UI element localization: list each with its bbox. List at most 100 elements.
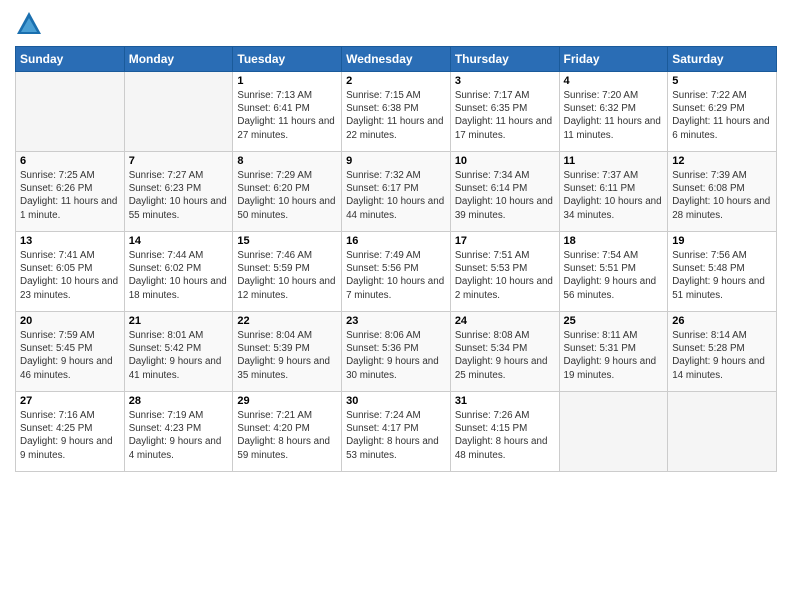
logo: [15, 10, 47, 38]
day-number: 18: [564, 235, 664, 247]
day-cell: 30 Sunrise: 7:24 AM Sunset: 4:17 PM Dayli…: [342, 392, 451, 472]
week-row-2: 6 Sunrise: 7:25 AM Sunset: 6:26 PM Daylig…: [16, 152, 777, 232]
day-number: 27: [20, 395, 120, 407]
day-cell: 3 Sunrise: 7:17 AM Sunset: 6:35 PM Daylig…: [450, 72, 559, 152]
header-cell-tuesday: Tuesday: [233, 47, 342, 72]
day-info: Sunrise: 7:46 AM Sunset: 5:59 PM Dayligh…: [237, 249, 337, 302]
day-number: 16: [346, 235, 446, 247]
day-info: Sunrise: 7:27 AM Sunset: 6:23 PM Dayligh…: [129, 169, 229, 222]
day-info: Sunrise: 7:59 AM Sunset: 5:45 PM Dayligh…: [20, 329, 120, 382]
header-cell-friday: Friday: [559, 47, 668, 72]
day-cell: 4 Sunrise: 7:20 AM Sunset: 6:32 PM Daylig…: [559, 72, 668, 152]
day-info: Sunrise: 8:04 AM Sunset: 5:39 PM Dayligh…: [237, 329, 337, 382]
header-cell-thursday: Thursday: [450, 47, 559, 72]
day-cell: 11Sunrise: 7:37 AM Sunset: 6:11 PM Dayli…: [559, 152, 668, 232]
day-info: Sunrise: 7:29 AM Sunset: 6:20 PM Dayligh…: [237, 169, 337, 222]
week-row-3: 13 Sunrise: 7:41 AM Sunset: 6:05 PM Dayli…: [16, 232, 777, 312]
day-cell: 26 Sunrise: 8:14 AM Sunset: 5:28 PM Dayli…: [668, 312, 777, 392]
day-info: Sunrise: 8:01 AM Sunset: 5:42 PM Dayligh…: [129, 329, 229, 382]
day-number: 17: [455, 235, 555, 247]
day-info: Sunrise: 7:39 AM Sunset: 6:08 PM Dayligh…: [672, 169, 772, 222]
day-number: 6: [20, 155, 120, 167]
day-cell: 25 Sunrise: 8:11 AM Sunset: 5:31 PM Dayli…: [559, 312, 668, 392]
day-cell: 29 Sunrise: 7:21 AM Sunset: 4:20 PM Dayli…: [233, 392, 342, 472]
day-number: 12: [672, 155, 772, 167]
day-number: 29: [237, 395, 337, 407]
day-info: Sunrise: 8:11 AM Sunset: 5:31 PM Dayligh…: [564, 329, 664, 382]
day-cell: 22 Sunrise: 8:04 AM Sunset: 5:39 PM Dayli…: [233, 312, 342, 392]
day-cell: 27Sunrise: 7:16 AM Sunset: 4:25 PM Dayli…: [16, 392, 125, 472]
day-info: Sunrise: 7:26 AM Sunset: 4:15 PM Dayligh…: [455, 409, 555, 462]
day-cell: 19Sunrise: 7:56 AM Sunset: 5:48 PM Dayli…: [668, 232, 777, 312]
day-info: Sunrise: 7:34 AM Sunset: 6:14 PM Dayligh…: [455, 169, 555, 222]
day-number: 2: [346, 75, 446, 87]
day-number: 5: [672, 75, 772, 87]
day-number: 11: [564, 155, 664, 167]
day-cell: 20 Sunrise: 7:59 AM Sunset: 5:45 PM Dayli…: [16, 312, 125, 392]
week-row-1: 1Sunrise: 7:13 AM Sunset: 6:41 PM Daylig…: [16, 72, 777, 152]
day-info: Sunrise: 7:44 AM Sunset: 6:02 PM Dayligh…: [129, 249, 229, 302]
day-cell: 7Sunrise: 7:27 AM Sunset: 6:23 PM Daylig…: [124, 152, 233, 232]
day-cell: 17 Sunrise: 7:51 AM Sunset: 5:53 PM Dayli…: [450, 232, 559, 312]
day-cell: [124, 72, 233, 152]
day-cell: 12 Sunrise: 7:39 AM Sunset: 6:08 PM Dayli…: [668, 152, 777, 232]
week-row-4: 20 Sunrise: 7:59 AM Sunset: 5:45 PM Dayli…: [16, 312, 777, 392]
day-number: 26: [672, 315, 772, 327]
day-number: 9: [346, 155, 446, 167]
day-cell: 15 Sunrise: 7:46 AM Sunset: 5:59 PM Dayli…: [233, 232, 342, 312]
day-number: 8: [237, 155, 337, 167]
logo-icon: [15, 10, 43, 38]
day-info: Sunrise: 7:13 AM Sunset: 6:41 PM Dayligh…: [237, 89, 337, 142]
header-cell-saturday: Saturday: [668, 47, 777, 72]
day-number: 24: [455, 315, 555, 327]
day-number: 22: [237, 315, 337, 327]
day-cell: 1Sunrise: 7:13 AM Sunset: 6:41 PM Daylig…: [233, 72, 342, 152]
day-number: 25: [564, 315, 664, 327]
day-info: Sunrise: 7:24 AM Sunset: 4:17 PM Dayligh…: [346, 409, 446, 462]
day-number: 15: [237, 235, 337, 247]
day-number: 4: [564, 75, 664, 87]
day-info: Sunrise: 7:25 AM Sunset: 6:26 PM Dayligh…: [20, 169, 120, 222]
day-info: Sunrise: 7:32 AM Sunset: 6:17 PM Dayligh…: [346, 169, 446, 222]
page-container: SundayMondayTuesdayWednesdayThursdayFrid…: [0, 0, 792, 482]
day-number: 23: [346, 315, 446, 327]
day-info: Sunrise: 7:54 AM Sunset: 5:51 PM Dayligh…: [564, 249, 664, 302]
day-info: Sunrise: 7:17 AM Sunset: 6:35 PM Dayligh…: [455, 89, 555, 142]
day-cell: 6 Sunrise: 7:25 AM Sunset: 6:26 PM Daylig…: [16, 152, 125, 232]
calendar-table: SundayMondayTuesdayWednesdayThursdayFrid…: [15, 46, 777, 472]
day-cell: 13 Sunrise: 7:41 AM Sunset: 6:05 PM Dayli…: [16, 232, 125, 312]
day-cell: 24 Sunrise: 8:08 AM Sunset: 5:34 PM Dayli…: [450, 312, 559, 392]
day-number: 10: [455, 155, 555, 167]
day-info: Sunrise: 7:19 AM Sunset: 4:23 PM Dayligh…: [129, 409, 229, 462]
day-cell: 21 Sunrise: 8:01 AM Sunset: 5:42 PM Dayli…: [124, 312, 233, 392]
day-info: Sunrise: 7:51 AM Sunset: 5:53 PM Dayligh…: [455, 249, 555, 302]
day-number: 21: [129, 315, 229, 327]
header-cell-monday: Monday: [124, 47, 233, 72]
day-cell: 23 Sunrise: 8:06 AM Sunset: 5:36 PM Dayli…: [342, 312, 451, 392]
day-info: Sunrise: 7:49 AM Sunset: 5:56 PM Dayligh…: [346, 249, 446, 302]
day-info: Sunrise: 7:21 AM Sunset: 4:20 PM Dayligh…: [237, 409, 337, 462]
day-info: Sunrise: 7:56 AM Sunset: 5:48 PM Dayligh…: [672, 249, 772, 302]
day-number: 14: [129, 235, 229, 247]
day-cell: 10 Sunrise: 7:34 AM Sunset: 6:14 PM Dayli…: [450, 152, 559, 232]
week-row-5: 27Sunrise: 7:16 AM Sunset: 4:25 PM Dayli…: [16, 392, 777, 472]
day-number: 31: [455, 395, 555, 407]
day-number: 13: [20, 235, 120, 247]
day-cell: 9 Sunrise: 7:32 AM Sunset: 6:17 PM Daylig…: [342, 152, 451, 232]
day-cell: 14 Sunrise: 7:44 AM Sunset: 6:02 PM Dayli…: [124, 232, 233, 312]
day-number: 30: [346, 395, 446, 407]
day-cell: 2 Sunrise: 7:15 AM Sunset: 6:38 PM Daylig…: [342, 72, 451, 152]
day-info: Sunrise: 8:14 AM Sunset: 5:28 PM Dayligh…: [672, 329, 772, 382]
day-info: Sunrise: 7:15 AM Sunset: 6:38 PM Dayligh…: [346, 89, 446, 142]
day-info: Sunrise: 8:06 AM Sunset: 5:36 PM Dayligh…: [346, 329, 446, 382]
day-cell: [668, 392, 777, 472]
day-cell: 28Sunrise: 7:19 AM Sunset: 4:23 PM Dayli…: [124, 392, 233, 472]
day-info: Sunrise: 8:08 AM Sunset: 5:34 PM Dayligh…: [455, 329, 555, 382]
header-cell-wednesday: Wednesday: [342, 47, 451, 72]
day-number: 3: [455, 75, 555, 87]
day-info: Sunrise: 7:41 AM Sunset: 6:05 PM Dayligh…: [20, 249, 120, 302]
day-number: 20: [20, 315, 120, 327]
day-info: Sunrise: 7:20 AM Sunset: 6:32 PM Dayligh…: [564, 89, 664, 142]
day-cell: 16 Sunrise: 7:49 AM Sunset: 5:56 PM Dayli…: [342, 232, 451, 312]
header: [15, 10, 777, 38]
